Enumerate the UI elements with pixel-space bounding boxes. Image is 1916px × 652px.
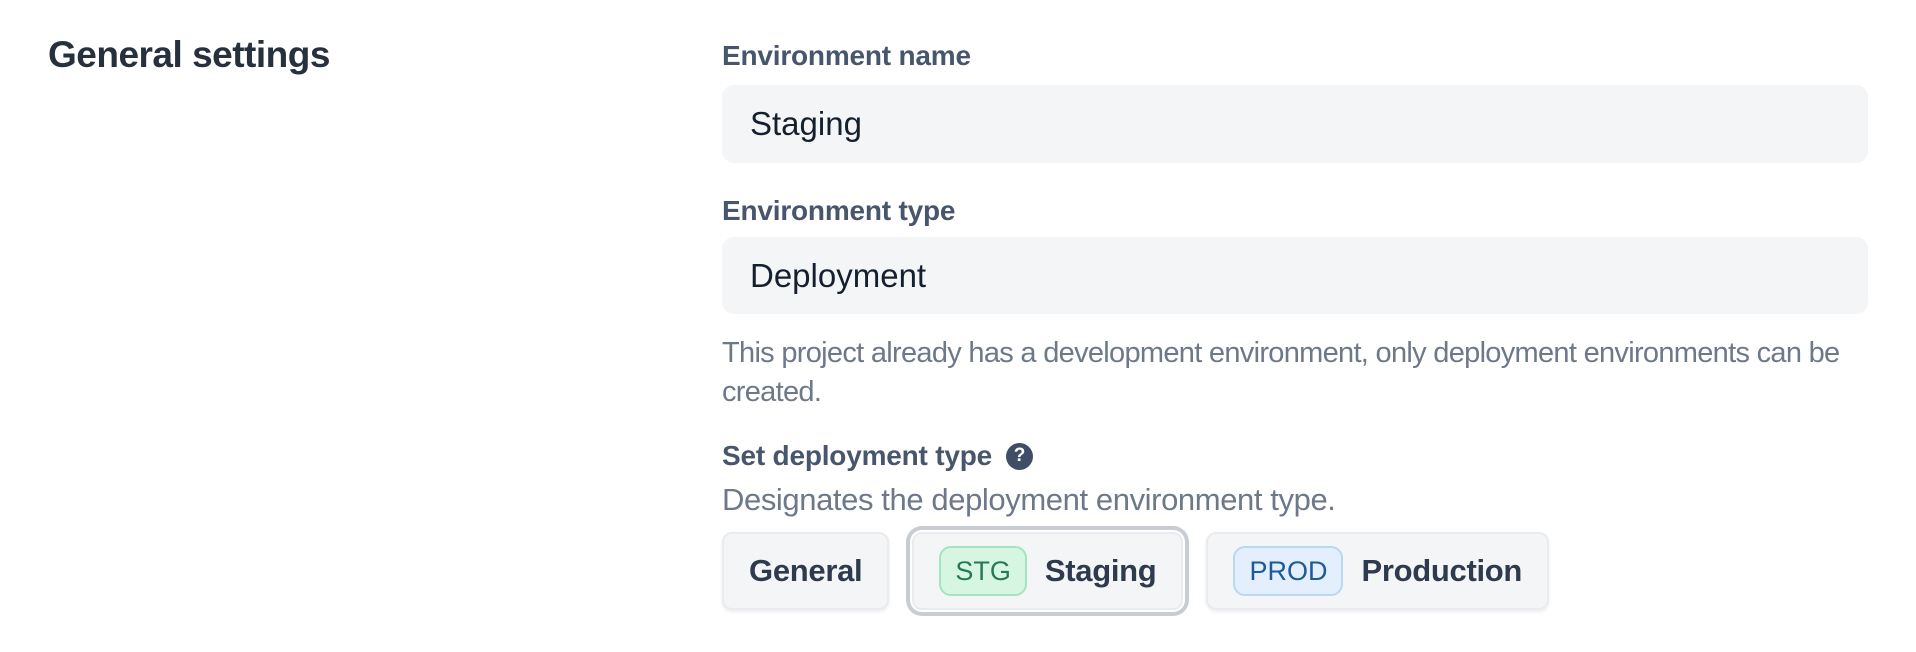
environment-name-label: Environment name xyxy=(722,40,1868,72)
deployment-type-option-production[interactable]: PROD Production xyxy=(1206,532,1549,610)
production-option-label: Production xyxy=(1361,553,1522,589)
deployment-type-option-general[interactable]: General xyxy=(722,532,889,610)
environment-name-input[interactable] xyxy=(722,85,1868,163)
environment-type-help-text: This project already has a development e… xyxy=(722,334,1882,412)
deployment-type-label-row: Set deployment type ? xyxy=(722,440,1868,472)
page-title: General settings xyxy=(48,33,330,77)
environment-type-input[interactable] xyxy=(722,237,1868,314)
deployment-type-option-staging[interactable]: STG Staging xyxy=(912,532,1183,610)
prod-badge: PROD xyxy=(1233,546,1343,596)
environment-type-label: Environment type xyxy=(722,195,1868,227)
staging-option-label: Staging xyxy=(1045,553,1157,589)
general-option-label: General xyxy=(749,553,862,589)
environment-settings-form: Environment name Environment type This p… xyxy=(722,40,1868,610)
set-deployment-type-label: Set deployment type xyxy=(722,440,992,472)
deployment-type-description: Designates the deployment environment ty… xyxy=(722,482,1868,518)
deployment-type-options: General STG Staging PROD Production xyxy=(722,532,1868,610)
stg-badge: STG xyxy=(939,546,1027,596)
question-mark-icon[interactable]: ? xyxy=(1006,443,1033,470)
